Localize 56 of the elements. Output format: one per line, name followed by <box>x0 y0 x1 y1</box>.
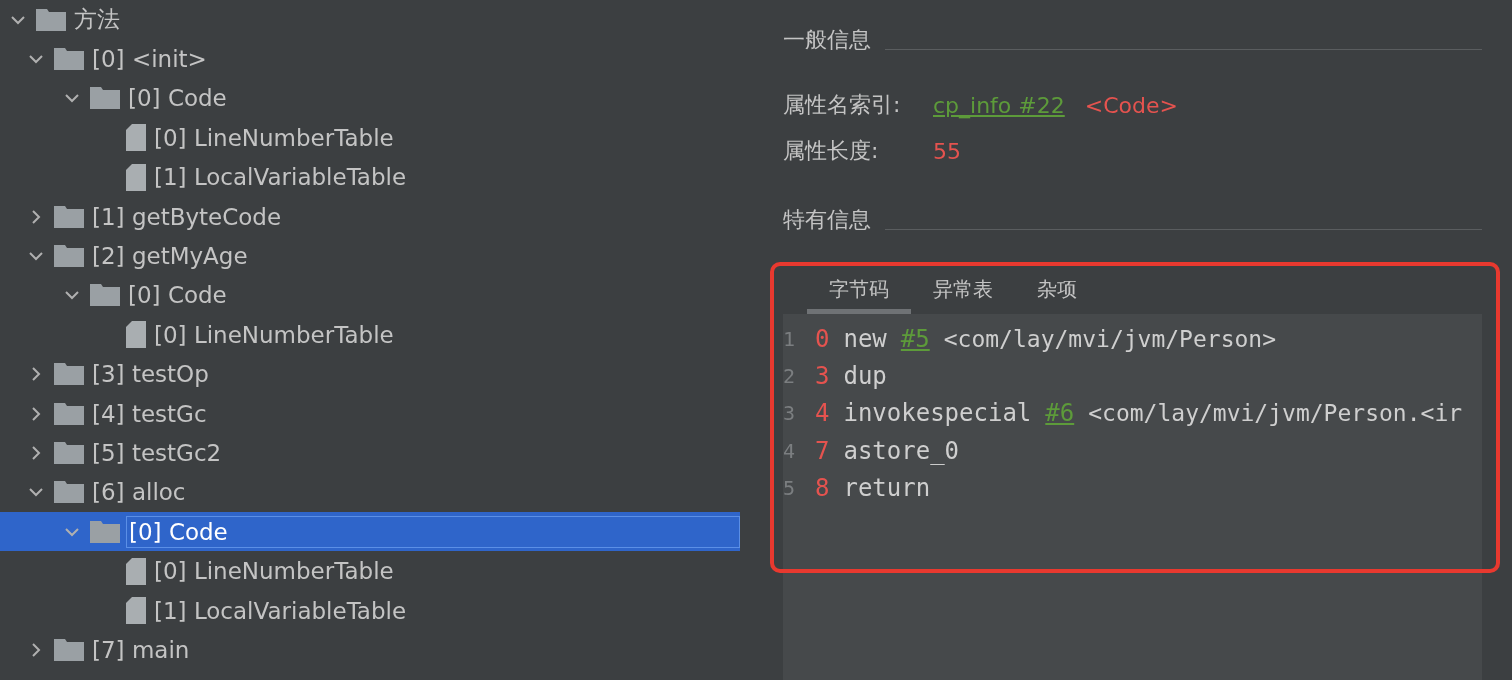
selected-tree-row[interactable]: [0] Code <box>0 512 740 552</box>
field-value: <Code> <box>1084 92 1178 118</box>
bytecode-offset: 7 <box>815 436 830 465</box>
folder-icon <box>54 402 84 425</box>
folder-icon <box>54 48 84 71</box>
tree-item[interactable]: [0] <init> <box>90 44 209 75</box>
file-icon <box>126 557 146 585</box>
tree-item[interactable]: [1] LocalVariableTable <box>152 595 409 626</box>
tree-item[interactable]: [2] getMyAge <box>90 241 250 272</box>
bytecode-offset: 0 <box>815 324 830 353</box>
opcode: return <box>843 473 931 502</box>
bytecode-offset: 8 <box>815 473 830 502</box>
tree-item[interactable]: [0] LineNumberTable <box>152 556 396 587</box>
section-title: 一般信息 <box>783 26 871 54</box>
folder-icon <box>54 205 84 228</box>
opcode: dup <box>843 361 887 390</box>
folder-icon <box>90 87 120 110</box>
file-icon <box>126 124 146 152</box>
folder-icon <box>54 481 84 504</box>
file-icon <box>126 321 146 349</box>
file-icon <box>126 597 146 625</box>
folder-icon <box>54 442 84 464</box>
tree-item[interactable]: [0] Code <box>126 280 229 311</box>
section-title: 特有信息 <box>783 206 871 234</box>
tree-item[interactable]: 方法 <box>72 2 122 38</box>
file-icon <box>126 163 146 191</box>
folder-icon <box>90 520 120 543</box>
bytecode-offset: 3 <box>815 361 830 390</box>
tree-item[interactable]: [3] testOp <box>90 359 211 390</box>
bytecode-offset: 4 <box>815 399 830 428</box>
tree-item[interactable]: [7] main <box>90 634 192 665</box>
field-value: 55 <box>933 138 961 164</box>
folder-icon <box>54 245 84 268</box>
tree-item[interactable]: [1] getByteCode <box>90 201 284 232</box>
tree-item[interactable]: [5] testGc2 <box>90 438 224 468</box>
tree-item[interactable]: [0] LineNumberTable <box>152 319 396 350</box>
opcode: invokespecial <box>843 399 1032 428</box>
tree-item[interactable]: [6] alloc <box>90 477 188 508</box>
folder-icon <box>90 284 120 307</box>
tree-item[interactable]: [0] LineNumberTable <box>152 122 396 153</box>
folder-icon <box>54 363 84 386</box>
tree-item[interactable]: [4] testGc <box>90 398 209 429</box>
code-comment: <com/lay/mvi/jvm/Person> <box>943 325 1277 352</box>
opcode: new <box>843 324 887 353</box>
tab[interactable]: 异常表 <box>911 270 1015 314</box>
folder-icon <box>54 638 84 661</box>
field-label: 属性长度: <box>783 137 880 165</box>
code-comment: <com/lay/mvi/jvm/Person.<ir <box>1088 400 1463 427</box>
field-label: 属性名索引: <box>783 91 902 119</box>
tree-item[interactable]: [1] LocalVariableTable <box>152 162 409 193</box>
tab[interactable]: 杂项 <box>1015 270 1099 314</box>
folder-icon <box>36 8 66 31</box>
tree-item[interactable]: [0] Code <box>126 83 229 114</box>
tree-item[interactable]: [0] Code <box>126 515 740 548</box>
constant-pool-link[interactable]: cp_info #22 <box>933 92 1065 118</box>
opcode: astore_0 <box>843 436 960 465</box>
